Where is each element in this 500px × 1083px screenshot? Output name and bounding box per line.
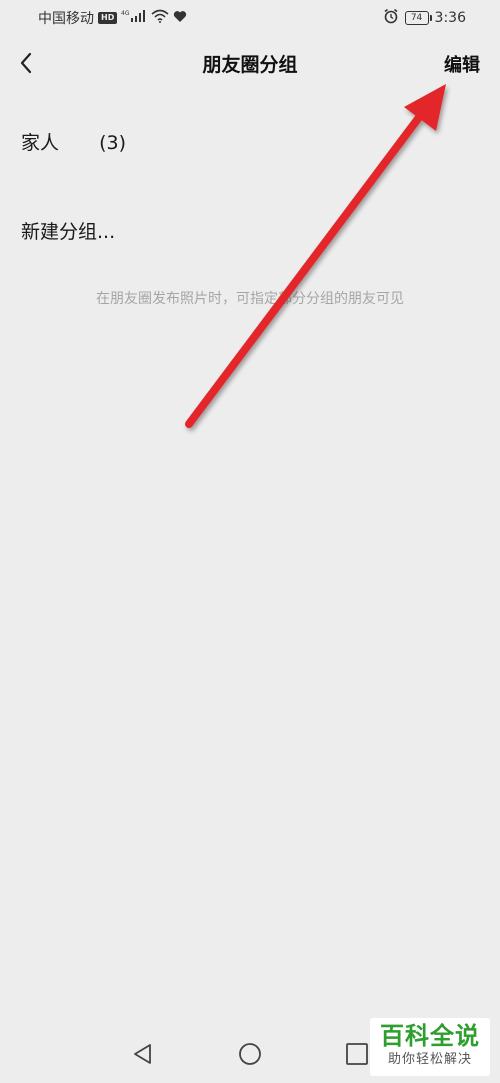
nav-back-button[interactable]: [131, 1042, 155, 1070]
carrier-label: 中国移动: [38, 11, 94, 27]
page-title: 朋友圈分组: [202, 54, 298, 76]
wifi-icon: [151, 9, 169, 27]
status-bar: 中国移动 HD 4G 74 3:36: [0, 0, 500, 36]
watermark-logo: 百科全说 助你轻松解决: [370, 1018, 490, 1076]
status-right: 74 3:36: [383, 8, 466, 28]
triangle-back-icon: [134, 1044, 151, 1064]
edit-button[interactable]: 编辑: [444, 51, 480, 77]
circle-home-icon: [239, 1043, 261, 1065]
heart-icon: [173, 10, 187, 27]
network-type-label: 4G: [121, 10, 130, 17]
watermark-title: 百科全说: [380, 1022, 480, 1050]
signal-icon: 4G: [121, 9, 147, 27]
nav-home-button[interactable]: [238, 1042, 262, 1070]
status-left: 中国移动 HD 4G: [38, 8, 187, 28]
group-row-family[interactable]: 家人 (3): [21, 128, 126, 155]
watermark-subtitle: 助你轻松解决: [387, 1052, 472, 1067]
hint-text: 在朋友圈发布照片时，可指定部分分组的朋友可见: [96, 291, 404, 307]
annotation-arrow: [185, 84, 446, 428]
hd-badge: HD: [98, 12, 118, 24]
battery-indicator: 74: [404, 11, 432, 25]
square-recents-icon: [346, 1043, 368, 1065]
header: 朋友圈分组 编辑: [0, 36, 500, 94]
nav-recents-button[interactable]: [345, 1042, 369, 1070]
arrow-shaft: [185, 112, 424, 428]
group-count: (3): [99, 132, 126, 154]
new-group-button[interactable]: 新建分组...: [21, 217, 115, 244]
group-name: 家人: [21, 132, 60, 154]
alarm-icon: [383, 8, 399, 28]
clock-label: 3:36: [434, 10, 466, 26]
